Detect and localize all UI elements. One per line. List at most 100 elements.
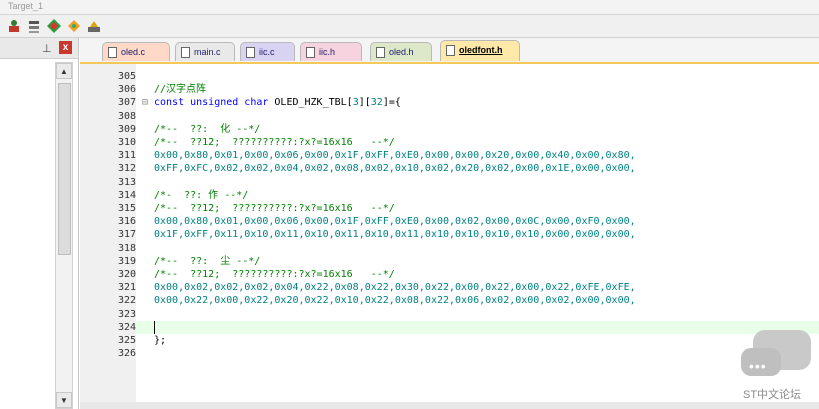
- fold-toggle-icon[interactable]: ⊟: [142, 96, 148, 109]
- code-token: ]={: [382, 97, 401, 108]
- code-line[interactable]: 319 /*-- ??: 尘 --*/: [80, 255, 819, 268]
- manage-icon[interactable]: [86, 18, 102, 34]
- line-number: 312: [117, 163, 136, 174]
- code-line[interactable]: 317 0x1F,0xFF,0x11,0x10,0x11,0x10,0x11,0x…: [80, 228, 819, 241]
- tab-label: main.c: [194, 47, 221, 57]
- code-token: 32: [370, 97, 383, 108]
- code-text: 0x00,0x22,0x00,0x22,0x20,0x22,0x10,0x22,…: [154, 294, 636, 307]
- code-text: 0x00,0x80,0x01,0x00,0x06,0x00,0x1F,0xFF,…: [154, 149, 636, 162]
- code-line[interactable]: 322 0x00,0x22,0x00,0x22,0x20,0x22,0x10,0x…: [80, 294, 819, 307]
- pin-icon[interactable]: ⊥: [42, 42, 52, 55]
- file-icon: [376, 47, 385, 58]
- code-line[interactable]: 318: [80, 242, 819, 255]
- code-line[interactable]: 311 0x00,0x80,0x01,0x00,0x06,0x00,0x1F,0x…: [80, 149, 819, 162]
- code-line[interactable]: 307 ⊟ const unsigned char OLED_HZK_TBL[3][…: [80, 96, 819, 109]
- tab-label: oledfont.h: [459, 45, 503, 55]
- code-token: const unsigned char: [154, 97, 269, 108]
- tab-oled-c[interactable]: oled.c: [102, 42, 170, 61]
- code-token: 0x00,0x80,0x01,0x00,0x06,0x00,0x1F,0xFF,…: [154, 216, 636, 227]
- code-token: 0x1F,0xFF,0x11,0x10,0x11,0x10,0x11,0x10,…: [154, 229, 636, 240]
- target-selector-fragment[interactable]: Target_1: [8, 0, 43, 12]
- code-line[interactable]: 326: [80, 347, 819, 360]
- code-line[interactable]: 320 /*-- ??12; ??????????:?x?=16x16 --*/: [80, 268, 819, 281]
- file-icon: [181, 47, 190, 58]
- code-text: 0x00,0x80,0x01,0x00,0x06,0x00,0x1F,0xFF,…: [154, 215, 636, 228]
- code-token: 0x00,0x80,0x01,0x00,0x06,0x00,0x1F,0xFF,…: [154, 150, 636, 161]
- tab-label: oled.c: [121, 47, 146, 57]
- line-number: 321: [117, 282, 136, 293]
- line-number: 319: [117, 256, 136, 267]
- scroll-up-arrow-icon[interactable]: ▲: [56, 63, 72, 79]
- line-number: 315: [117, 203, 136, 214]
- code-line[interactable]: 308: [80, 110, 819, 123]
- tab-iic-c[interactable]: iic.c: [240, 42, 295, 61]
- line-number: 316: [117, 216, 136, 227]
- line-number: 311: [117, 150, 136, 161]
- code-text: 0xFF,0xFC,0x02,0x02,0x04,0x02,0x08,0x02,…: [154, 162, 636, 175]
- watermark-text: ST中文论坛: [743, 389, 802, 401]
- line-number: 307: [117, 97, 136, 108]
- line-number: 322: [117, 295, 136, 306]
- code-line[interactable]: 321 0x00,0x02,0x02,0x02,0x04,0x22,0x08,0x…: [80, 281, 819, 294]
- code-text: 0x00,0x02,0x02,0x02,0x04,0x22,0x08,0x22,…: [154, 281, 636, 294]
- toolbar: [0, 15, 819, 38]
- code-line[interactable]: 314 /*- ??: 作 --*/: [80, 189, 819, 202]
- text-caret: [154, 321, 155, 334]
- code-text: /*-- ??12; ??????????:?x?=16x16 --*/: [154, 202, 395, 215]
- scroll-down-arrow-icon[interactable]: ▼: [56, 392, 72, 408]
- line-number: 310: [117, 137, 136, 148]
- code-line[interactable]: 310 /*-- ??12; ??????????:?x?=16x16 --*/: [80, 136, 819, 149]
- code-text: };: [154, 334, 166, 347]
- code-token: //汉字点阵: [154, 84, 207, 95]
- code-line[interactable]: 315 /*-- ??12; ??????????:?x?=16x16 --*/: [80, 202, 819, 215]
- line-number: 324: [117, 322, 136, 333]
- code-line[interactable]: 316 0x00,0x80,0x01,0x00,0x06,0x00,0x1F,0x…: [80, 215, 819, 228]
- code-text: /*-- ??: 化 --*/: [154, 123, 260, 136]
- rebuild-icon[interactable]: [26, 18, 42, 34]
- line-number: 317: [117, 229, 136, 240]
- dots-icon: •••: [749, 358, 767, 374]
- line-number: 308: [117, 111, 136, 122]
- tab-main-c[interactable]: main.c: [175, 42, 235, 61]
- code-token: /*-- ??: 化 --*/: [154, 124, 261, 135]
- code-token: OLED_HZK_TBL[: [268, 97, 353, 108]
- code-token: ][: [358, 97, 371, 108]
- options-icon[interactable]: [66, 18, 82, 34]
- code-editor[interactable]: 305 306 //汉字点阵 307 ⊟ const unsigned char OLED…: [80, 64, 819, 409]
- close-icon[interactable]: x: [59, 41, 72, 54]
- panel-header: ⊥ x: [0, 38, 78, 59]
- line-number: 306: [117, 84, 136, 95]
- top-toolbar: Target_1: [0, 0, 819, 15]
- panel-scrollbar[interactable]: ▲ ▼: [55, 62, 73, 409]
- line-number: 325: [117, 335, 136, 346]
- code-token: };: [154, 335, 167, 346]
- file-icon: [108, 47, 117, 58]
- code-text: /*-- ??: 尘 --*/: [154, 255, 260, 268]
- code-text: /*-- ??12; ??????????:?x?=16x16 --*/: [154, 268, 395, 281]
- scroll-thumb[interactable]: [58, 83, 71, 255]
- tab-oled-h[interactable]: oled.h: [370, 42, 432, 61]
- code-line[interactable]: 306 //汉字点阵: [80, 83, 819, 96]
- code-token: /*-- ??12; ??????????:?x?=16x16 --*/: [154, 203, 395, 214]
- tab-oledfont-h[interactable]: oledfont.h: [440, 40, 520, 61]
- project-panel: ⊥ x ▲ ▼: [0, 38, 79, 409]
- code-token: 0xFF,0xFC,0x02,0x02,0x04,0x02,0x08,0x02,…: [154, 163, 636, 174]
- code-line[interactable]: 324: [80, 321, 819, 334]
- code-line[interactable]: 309 /*-- ??: 化 --*/: [80, 123, 819, 136]
- code-line[interactable]: 323: [80, 308, 819, 321]
- code-line[interactable]: 313: [80, 176, 819, 189]
- code-token: /*- ??: 作 --*/: [154, 190, 249, 201]
- tab-label: iic.h: [319, 47, 336, 57]
- horizontal-scrollbar[interactable]: [80, 402, 819, 409]
- code-line[interactable]: 312 0xFF,0xFC,0x02,0x02,0x04,0x02,0x08,0x…: [80, 162, 819, 175]
- code-text: /*- ??: 作 --*/: [154, 189, 248, 202]
- tab-iic-h[interactable]: iic.h: [300, 42, 362, 61]
- build-icon[interactable]: [6, 18, 22, 34]
- code-line[interactable]: 325};: [80, 334, 819, 347]
- line-number: 314: [117, 190, 136, 201]
- code-text: const unsigned char OLED_HZK_TBL[3][32]=…: [154, 96, 401, 109]
- file-icon: [246, 47, 255, 58]
- code-line[interactable]: 305: [80, 70, 819, 83]
- download-icon[interactable]: [46, 18, 62, 34]
- file-tab-bar: oled.c main.c iic.c iic.h oled.h oledfont.h: [80, 38, 819, 64]
